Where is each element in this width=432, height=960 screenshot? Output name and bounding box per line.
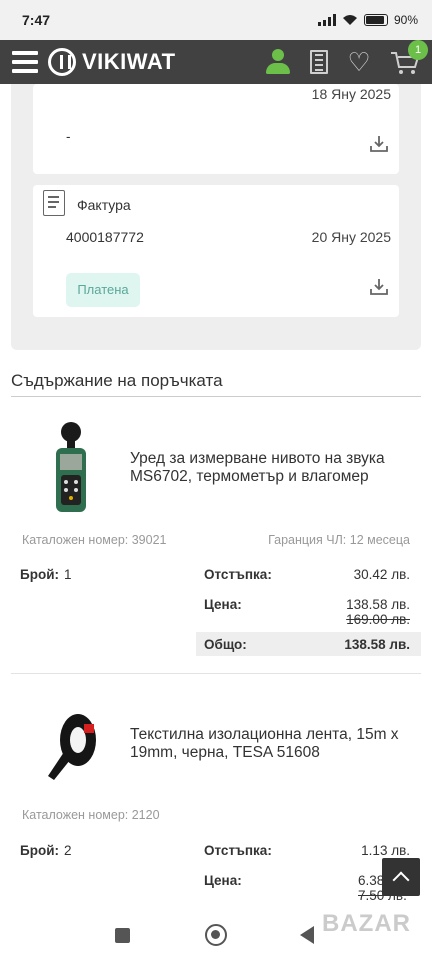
price-label: Цена: bbox=[204, 597, 242, 612]
product-image-sound-meter[interactable] bbox=[46, 420, 92, 516]
scroll-top-button[interactable] bbox=[382, 858, 420, 896]
logo-mark-icon bbox=[48, 48, 76, 76]
header-actions: ♡ 1 bbox=[264, 40, 428, 76]
status-bar: 7:47 90% bbox=[0, 0, 432, 40]
app-header: VIKIWAT ♡ 1 bbox=[0, 40, 432, 84]
qty-value: 1 bbox=[64, 567, 72, 582]
product-title[interactable]: Уред за измерване нивото на звука MS6702… bbox=[130, 450, 415, 486]
logo[interactable]: VIKIWAT bbox=[48, 48, 176, 76]
invoice-icon bbox=[43, 190, 65, 216]
invoice-title: Фактура bbox=[77, 197, 131, 213]
document-date: 18 Яну 2025 bbox=[311, 86, 391, 102]
price-value: 138.58 лв. bbox=[346, 597, 410, 612]
recents-button[interactable] bbox=[115, 928, 130, 943]
logo-text: VIKIWAT bbox=[82, 49, 176, 74]
chevron-up-icon bbox=[392, 871, 410, 889]
watermark: BAZAR bbox=[322, 910, 411, 937]
orders-list-icon[interactable] bbox=[310, 50, 328, 74]
menu-icon[interactable] bbox=[12, 51, 38, 73]
page: 7:47 90% VIKIWAT ♡ 1 18 Яну 2025 - Факту… bbox=[0, 0, 432, 960]
discount-value: 1.13 лв. bbox=[361, 843, 410, 858]
download-icon[interactable] bbox=[369, 134, 389, 154]
qty-label: Брой: bbox=[20, 567, 59, 582]
qty-value: 2 bbox=[64, 843, 72, 858]
qty-label: Брой: bbox=[20, 843, 59, 858]
document-card: 18 Яну 2025 - bbox=[33, 84, 399, 174]
battery-percent: 90% bbox=[393, 13, 418, 27]
download-icon[interactable] bbox=[369, 277, 389, 297]
item-divider bbox=[11, 673, 421, 674]
status-badge: Платена bbox=[66, 273, 140, 307]
user-icon[interactable] bbox=[264, 48, 292, 76]
battery-icon bbox=[363, 14, 388, 26]
documents-panel: 18 Яну 2025 - Фактура 4000187772 20 Яну … bbox=[11, 84, 421, 350]
catalog-number: Каталожен номер: 39021 bbox=[22, 533, 167, 547]
old-price-value: 169.00 лв. bbox=[346, 612, 410, 627]
total-value: 138.58 лв. bbox=[344, 637, 410, 652]
product-image-insulation-tape[interactable] bbox=[44, 712, 100, 782]
status-time: 7:47 bbox=[22, 12, 51, 28]
section-divider bbox=[11, 396, 421, 397]
catalog-number: Каталожен номер: 2120 bbox=[22, 808, 160, 822]
price-value: 6.38 bbox=[358, 873, 385, 888]
invoice-date: 20 Яну 2025 bbox=[311, 229, 391, 245]
cart-count-badge: 1 bbox=[408, 40, 428, 60]
price-label: Цена: bbox=[204, 873, 242, 888]
warranty: Гаранция ЧЛ: 12 месеца bbox=[268, 533, 410, 547]
cart-button[interactable]: 1 bbox=[390, 40, 428, 75]
status-icons: 90% bbox=[317, 13, 418, 27]
back-button[interactable] bbox=[300, 926, 314, 944]
heart-icon[interactable]: ♡ bbox=[346, 49, 372, 75]
section-title: Съдържание на поръчката bbox=[11, 371, 223, 390]
invoice-card: Фактура 4000187772 20 Яну 2025 Платена bbox=[33, 185, 399, 317]
wifi-icon bbox=[342, 15, 357, 25]
total-label: Общо: bbox=[204, 637, 247, 652]
document-number: - bbox=[66, 129, 71, 144]
product-title[interactable]: Текстилна изолационна лента, 15m x 19mm,… bbox=[130, 726, 415, 762]
invoice-number: 4000187772 bbox=[66, 229, 144, 245]
discount-label: Отстъпка: bbox=[204, 843, 272, 858]
discount-value: 30.42 лв. bbox=[353, 567, 410, 582]
discount-label: Отстъпка: bbox=[204, 567, 272, 582]
home-button[interactable] bbox=[205, 924, 227, 946]
signal-icon bbox=[317, 14, 336, 26]
